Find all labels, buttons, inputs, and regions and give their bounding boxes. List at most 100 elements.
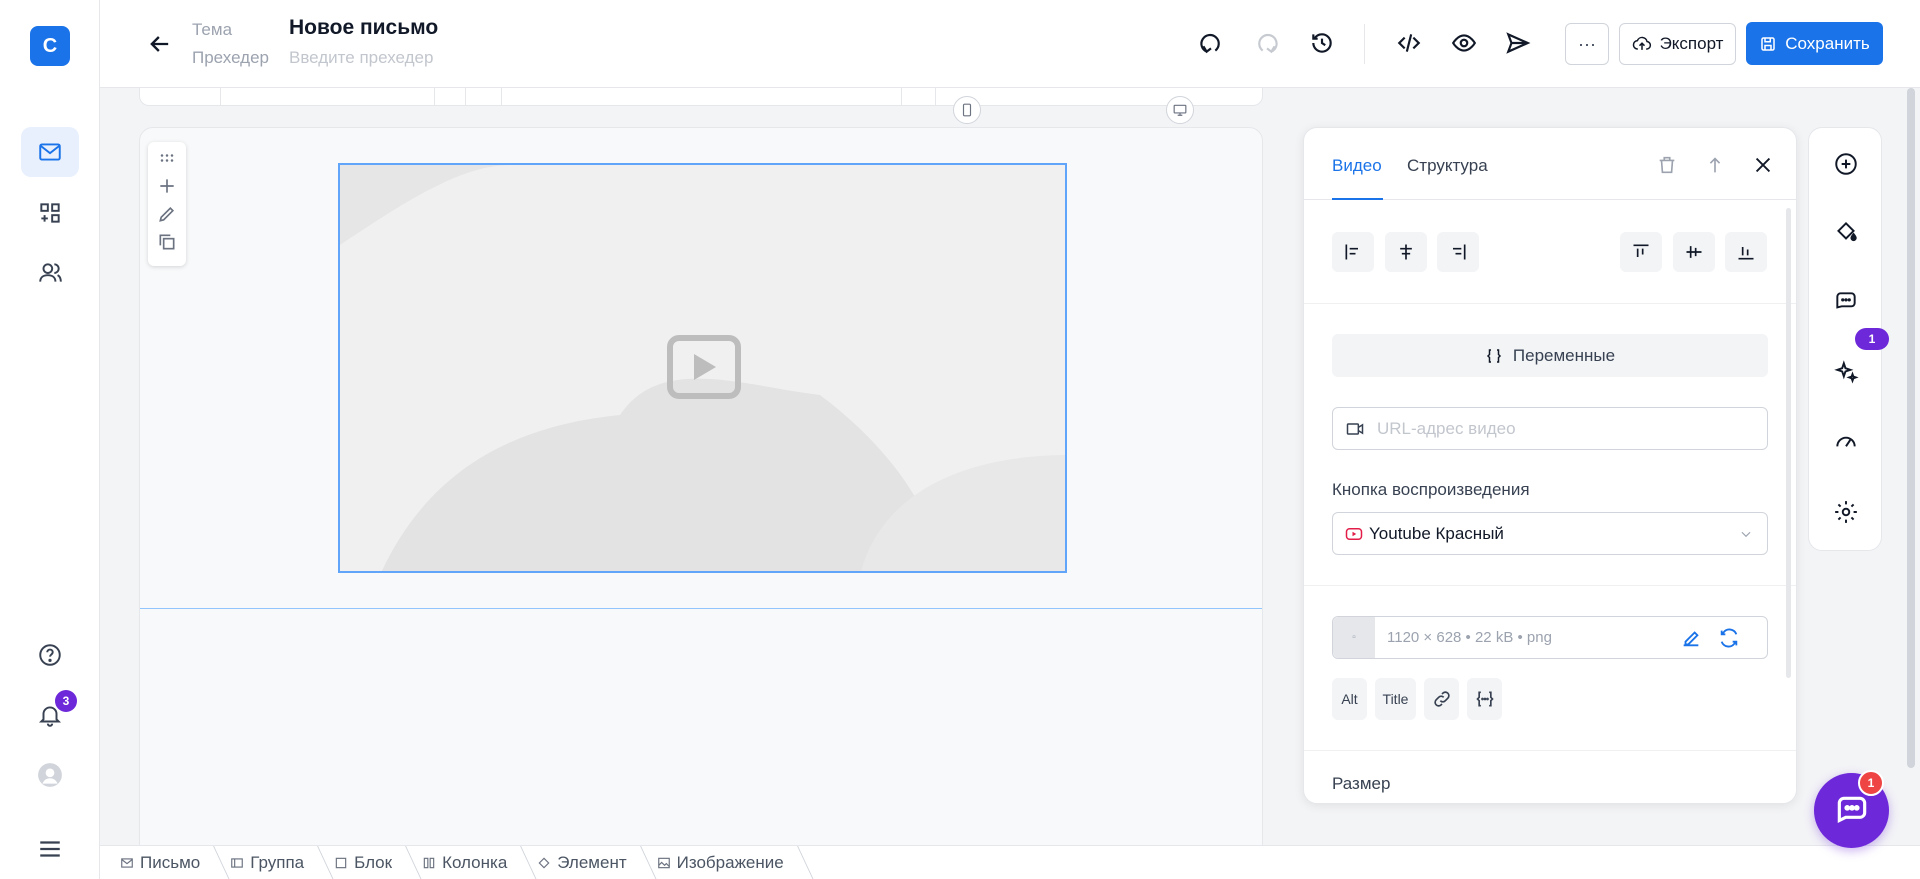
variables-button[interactable]: Переменные	[1332, 334, 1768, 377]
add-block-button[interactable]	[1832, 150, 1860, 178]
trash-icon	[1659, 156, 1675, 174]
send-test-button[interactable]	[1503, 28, 1533, 58]
breadcrumb-label: Группа	[250, 852, 305, 872]
align-bottom-button[interactable]	[1725, 232, 1767, 272]
align-center-icon	[1400, 244, 1412, 260]
alt-button[interactable]: Alt	[1332, 678, 1367, 720]
active-tab-indicator	[1332, 198, 1383, 200]
panel-scrollbar[interactable]	[1786, 208, 1791, 678]
rail-item-mail[interactable]	[21, 127, 79, 177]
close-panel-button[interactable]	[1750, 152, 1776, 178]
breadcrumb-block[interactable]: Блок	[334, 846, 422, 879]
rail-item-contacts[interactable]	[21, 248, 79, 298]
breadcrumb-label: Письмо	[140, 852, 201, 872]
variable-button[interactable]	[1467, 678, 1502, 720]
page-title[interactable]: Новое письмо	[289, 16, 438, 40]
undo-button[interactable]	[1196, 28, 1226, 58]
main-menu-button[interactable]	[21, 824, 79, 874]
group-icon	[231, 857, 244, 868]
desktop-view-toggle[interactable]	[1166, 96, 1194, 124]
video-placeholder[interactable]	[338, 163, 1067, 573]
breadcrumb-image[interactable]: Изображение	[657, 846, 814, 879]
breadcrumb-label: Элемент	[557, 852, 627, 872]
align-left-icon	[1345, 244, 1358, 260]
save-button[interactable]: Сохранить	[1746, 22, 1883, 65]
performance-button[interactable]	[1832, 428, 1860, 456]
mail-icon	[121, 857, 133, 868]
play-button-label: Кнопка воспроизведения	[1332, 480, 1530, 499]
select-parent-button[interactable]	[1702, 152, 1728, 178]
profile-button[interactable]	[21, 750, 79, 800]
drag-handle-icon[interactable]	[157, 148, 177, 168]
replace-image-icon[interactable]	[1718, 627, 1740, 649]
align-bottom-icon	[1738, 247, 1754, 260]
tab-video[interactable]: Видео	[1332, 156, 1382, 176]
plus-circle-icon	[1835, 153, 1857, 175]
page-scrollbar[interactable]	[1907, 88, 1915, 768]
arrow-left-icon	[150, 36, 169, 52]
align-middle-button[interactable]	[1673, 232, 1715, 272]
divider	[1304, 585, 1796, 586]
more-button[interactable]: ···	[1565, 23, 1609, 65]
align-right-button[interactable]	[1437, 232, 1479, 272]
ai-assistant-button[interactable]: 1	[1832, 328, 1889, 386]
mobile-view-toggle[interactable]	[953, 96, 981, 124]
align-right-icon	[1453, 244, 1466, 260]
ai-badge: 1	[1855, 328, 1889, 350]
notifications-badge: 3	[55, 690, 77, 712]
undo-icon	[1200, 33, 1220, 54]
arrow-up-icon	[1709, 157, 1721, 173]
history-button[interactable]	[1307, 28, 1337, 58]
align-left-button[interactable]	[1332, 232, 1374, 272]
align-center-button[interactable]	[1385, 232, 1427, 272]
code-icon	[1397, 34, 1421, 52]
divider	[1304, 750, 1796, 751]
video-url-input[interactable]	[1377, 418, 1737, 439]
support-chat-button[interactable]: 1	[1814, 770, 1889, 848]
styles-button[interactable]	[1832, 218, 1860, 246]
redo-button[interactable]	[1252, 28, 1282, 58]
export-button[interactable]: Экспорт	[1619, 23, 1736, 65]
play-button-select[interactable]: Youtube Красный	[1332, 512, 1768, 555]
duplicate-icon[interactable]	[157, 232, 177, 252]
align-top-button[interactable]	[1620, 232, 1662, 272]
sparkles-icon	[1834, 360, 1859, 384]
preheader-input[interactable]: Введите прехедер	[289, 48, 433, 68]
redo-icon	[1258, 33, 1278, 54]
add-icon[interactable]	[157, 176, 177, 196]
preview-button[interactable]	[1449, 28, 1479, 58]
settings-button[interactable]	[1832, 498, 1860, 526]
breadcrumb-email[interactable]: Письмо	[120, 846, 230, 879]
variables-label: Переменные	[1512, 345, 1616, 365]
breadcrumb-column[interactable]: Колонка	[422, 846, 537, 879]
image-file-row: ▫ 1120 × 628 • 22 kB • png	[1332, 616, 1768, 659]
gauge-icon	[1836, 436, 1856, 447]
app-logo[interactable]: C	[30, 26, 70, 66]
breadcrumb: Письмо Группа Блок Колонка Элемент Изобр…	[100, 845, 1920, 879]
size-section-label: Размер	[1332, 774, 1391, 793]
title-button[interactable]: Title	[1375, 678, 1416, 720]
rail-item-templates[interactable]	[21, 188, 79, 238]
diamond-icon	[538, 857, 550, 868]
phone-icon	[962, 103, 972, 117]
video-url-field[interactable]	[1332, 407, 1768, 450]
image-thumbnail[interactable]: ▫	[1333, 617, 1375, 658]
back-button[interactable]	[146, 30, 174, 58]
edit-image-icon[interactable]	[1680, 627, 1702, 649]
export-label: Экспорт	[1659, 34, 1724, 53]
tab-structure[interactable]: Структура	[1407, 156, 1488, 176]
code-view-button[interactable]	[1394, 28, 1424, 58]
braces-icon	[1486, 348, 1501, 363]
breadcrumb-label: Блок	[354, 852, 393, 872]
link-button[interactable]	[1424, 678, 1459, 720]
play-button-value: Youtube Красный	[1369, 523, 1504, 543]
edit-icon[interactable]	[157, 204, 177, 224]
comments-button[interactable]	[1832, 288, 1860, 316]
notifications-button[interactable]: 3	[21, 690, 79, 740]
selected-row[interactable]	[140, 128, 1262, 609]
breadcrumb-element[interactable]: Элемент	[537, 846, 656, 879]
breadcrumb-group[interactable]: Группа	[230, 846, 334, 879]
help-button[interactable]	[21, 630, 79, 680]
play-button-placeholder	[667, 335, 741, 399]
delete-button[interactable]	[1654, 152, 1680, 178]
